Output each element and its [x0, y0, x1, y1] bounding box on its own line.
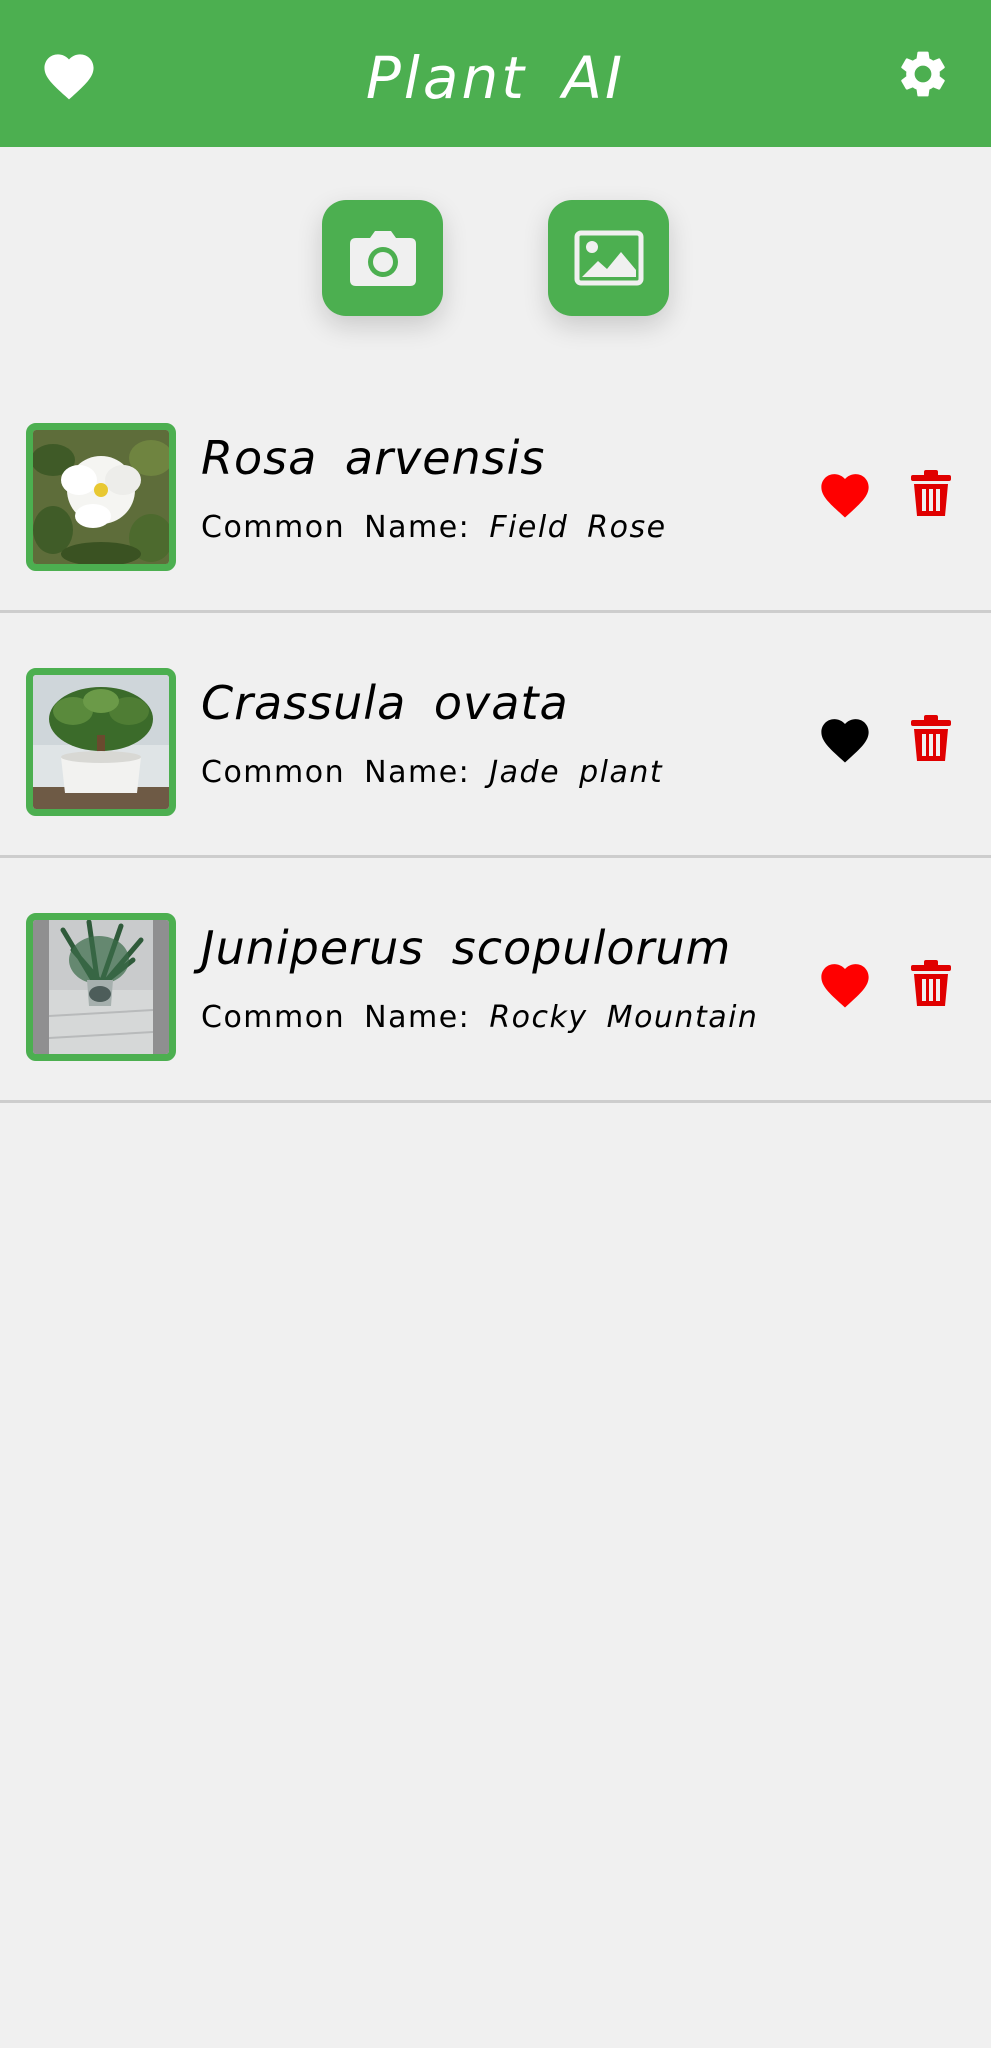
- heart-icon: [821, 719, 869, 763]
- common-name-label: Common Name:: [201, 510, 471, 545]
- common-name-label: Common Name:: [201, 1000, 471, 1035]
- delete-button[interactable]: [900, 953, 962, 1013]
- jade-plant-photo: [33, 675, 169, 809]
- heart-icon: [821, 474, 869, 518]
- delete-button[interactable]: [900, 463, 962, 523]
- common-name-value: Field Rose: [489, 510, 667, 545]
- heart-icon: [821, 964, 869, 1008]
- common-name-value: Rocky Mountain: [489, 1000, 759, 1035]
- gallery-button[interactable]: [548, 200, 669, 316]
- juniper-photo: [33, 920, 169, 1054]
- common-name-line: Common Name: Rocky Mountain: [201, 998, 758, 1038]
- plant-thumbnail[interactable]: [26, 668, 176, 816]
- scientific-name: Rosa arvensis: [201, 431, 546, 485]
- common-name-value: Jade plant: [489, 755, 664, 790]
- trash-icon: [911, 960, 951, 1006]
- camera-icon: [349, 231, 416, 286]
- gear-icon: [901, 51, 945, 97]
- app-bar: Plant AI: [0, 0, 991, 147]
- list-item[interactable]: Rosa arvensis Common Name: Field Rose: [0, 368, 991, 613]
- trash-icon: [911, 470, 951, 516]
- image-icon: [574, 230, 643, 286]
- scientific-name: Crassula ovata: [201, 676, 569, 730]
- common-name-line: Common Name: Jade plant: [201, 753, 663, 793]
- plant-list: Rosa arvensis Common Name: Field Rose Cr…: [0, 368, 991, 1103]
- scientific-name: Juniperus scopulorum: [201, 921, 732, 975]
- favorite-button[interactable]: [812, 708, 878, 768]
- trash-icon: [911, 715, 951, 761]
- settings-button[interactable]: [890, 44, 956, 104]
- common-name-line: Common Name: Field Rose: [201, 508, 667, 548]
- delete-button[interactable]: [900, 708, 962, 768]
- camera-button[interactable]: [322, 200, 443, 316]
- favorite-button[interactable]: [812, 463, 878, 523]
- app-title: Plant AI: [365, 44, 626, 112]
- plant-thumbnail[interactable]: [26, 913, 176, 1061]
- common-name-label: Common Name:: [201, 755, 471, 790]
- list-item[interactable]: Juniperus scopulorum Common Name: Rocky …: [0, 858, 991, 1103]
- list-item[interactable]: Crassula ovata Common Name: Jade plant: [0, 613, 991, 858]
- white-rose-photo: [33, 430, 169, 564]
- favorite-button[interactable]: [812, 953, 878, 1013]
- plant-thumbnail[interactable]: [26, 423, 176, 571]
